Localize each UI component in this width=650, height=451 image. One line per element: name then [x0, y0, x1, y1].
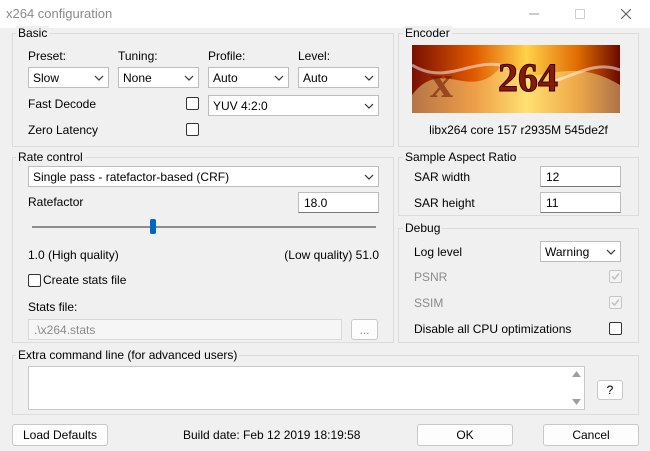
disable-cpu-label: Disable all CPU optimizations	[414, 322, 572, 336]
chevron-down-icon	[364, 75, 374, 81]
title-bar: x264 configuration	[0, 0, 650, 28]
checkmark-icon	[611, 273, 620, 281]
tuning-select[interactable]: None	[118, 67, 199, 88]
create-stats-label: Create stats file	[43, 273, 127, 287]
maximize-icon	[575, 9, 585, 19]
svg-text:264: 264	[498, 55, 558, 100]
maximize-button[interactable]	[557, 0, 603, 28]
log-level-label: Log level	[414, 245, 463, 259]
tuning-label: Tuning:	[118, 49, 158, 63]
x264-logo: x 264	[412, 45, 620, 113]
close-icon	[621, 9, 631, 19]
ratefactor-slider[interactable]	[32, 218, 376, 236]
textarea-scrollbar[interactable]	[569, 367, 584, 409]
encoder-legend: Encoder	[403, 26, 452, 40]
fast-decode-checkbox[interactable]	[186, 97, 199, 110]
level-value: Auto	[303, 70, 328, 85]
close-button[interactable]	[603, 0, 649, 28]
stats-file-label: Stats file:	[28, 300, 78, 314]
sar-legend: Sample Aspect Ratio	[403, 150, 519, 164]
cancel-button[interactable]: Cancel	[543, 424, 639, 446]
preset-select[interactable]: Slow	[28, 67, 109, 88]
zero-latency-checkbox[interactable]	[186, 123, 199, 136]
colorspace-select[interactable]: YUV 4:2:0	[208, 95, 379, 116]
browse-button[interactable]: ...	[351, 319, 378, 340]
load-defaults-button[interactable]: Load Defaults	[12, 424, 108, 446]
minimize-icon	[529, 13, 539, 15]
sar-height-label: SAR height	[414, 196, 475, 210]
chevron-down-icon	[364, 174, 374, 180]
extra-cmd-legend: Extra command line (for advanced users)	[16, 348, 240, 362]
chevron-down-icon	[364, 103, 374, 109]
ratefactor-label: Ratefactor	[28, 195, 84, 209]
log-level-select[interactable]: Warning	[540, 241, 621, 262]
svg-text:x: x	[430, 56, 453, 107]
minimize-button[interactable]	[511, 0, 557, 28]
slider-thumb[interactable]	[150, 219, 156, 234]
sar-height-input[interactable]: 11	[540, 192, 621, 213]
chevron-down-icon	[606, 249, 616, 255]
slider-max-label: (Low quality) 51.0	[284, 248, 379, 262]
slider-track	[32, 226, 376, 228]
chevron-down-icon	[184, 75, 194, 81]
scroll-up-icon[interactable]	[572, 371, 581, 377]
stats-file-input[interactable]: .\x264.stats	[28, 319, 342, 340]
level-label: Level:	[298, 49, 331, 63]
rate-control-legend: Rate control	[16, 150, 85, 164]
level-select[interactable]: Auto	[298, 67, 379, 88]
slider-min-label: 1.0 (High quality)	[28, 248, 119, 262]
profile-select[interactable]: Auto	[208, 67, 289, 88]
sar-width-label: SAR width	[414, 170, 471, 184]
build-date: Build date: Feb 12 2019 18:19:58	[183, 428, 361, 442]
chevron-down-icon	[274, 75, 284, 81]
ok-button[interactable]: OK	[417, 424, 513, 446]
profile-value: Auto	[213, 70, 238, 85]
psnr-checkbox[interactable]	[609, 270, 622, 283]
chevron-down-icon	[94, 75, 104, 81]
checkmark-icon	[611, 299, 620, 307]
sar-width-input[interactable]: 12	[540, 166, 621, 187]
colorspace-value: YUV 4:2:0	[213, 98, 268, 113]
extra-cmd-textarea[interactable]	[28, 366, 585, 410]
encoder-version: libx264 core 157 r2935M 545de2f	[429, 123, 608, 137]
debug-legend: Debug	[403, 221, 443, 235]
ssim-label: SSIM	[414, 296, 444, 310]
basic-legend: Basic	[16, 26, 50, 40]
scroll-down-icon[interactable]	[572, 399, 581, 405]
preset-label: Preset:	[28, 49, 67, 63]
ratefactor-input[interactable]: 18.0	[298, 192, 379, 213]
tuning-value: None	[123, 70, 152, 85]
profile-label: Profile:	[208, 49, 246, 63]
zero-latency-label: Zero Latency	[28, 123, 99, 137]
rate-mode-value: Single pass - ratefactor-based (CRF)	[33, 169, 230, 184]
log-level-value: Warning	[545, 244, 590, 259]
help-button[interactable]: ?	[597, 380, 623, 400]
create-stats-checkbox[interactable]	[28, 274, 41, 287]
preset-value: Slow	[33, 70, 60, 85]
window-title: x264 configuration	[6, 6, 113, 21]
ssim-checkbox[interactable]	[609, 296, 622, 309]
fast-decode-label: Fast Decode	[28, 97, 97, 111]
psnr-label: PSNR	[414, 270, 448, 284]
rate-mode-select[interactable]: Single pass - ratefactor-based (CRF)	[28, 166, 379, 187]
disable-cpu-checkbox[interactable]	[609, 322, 622, 335]
